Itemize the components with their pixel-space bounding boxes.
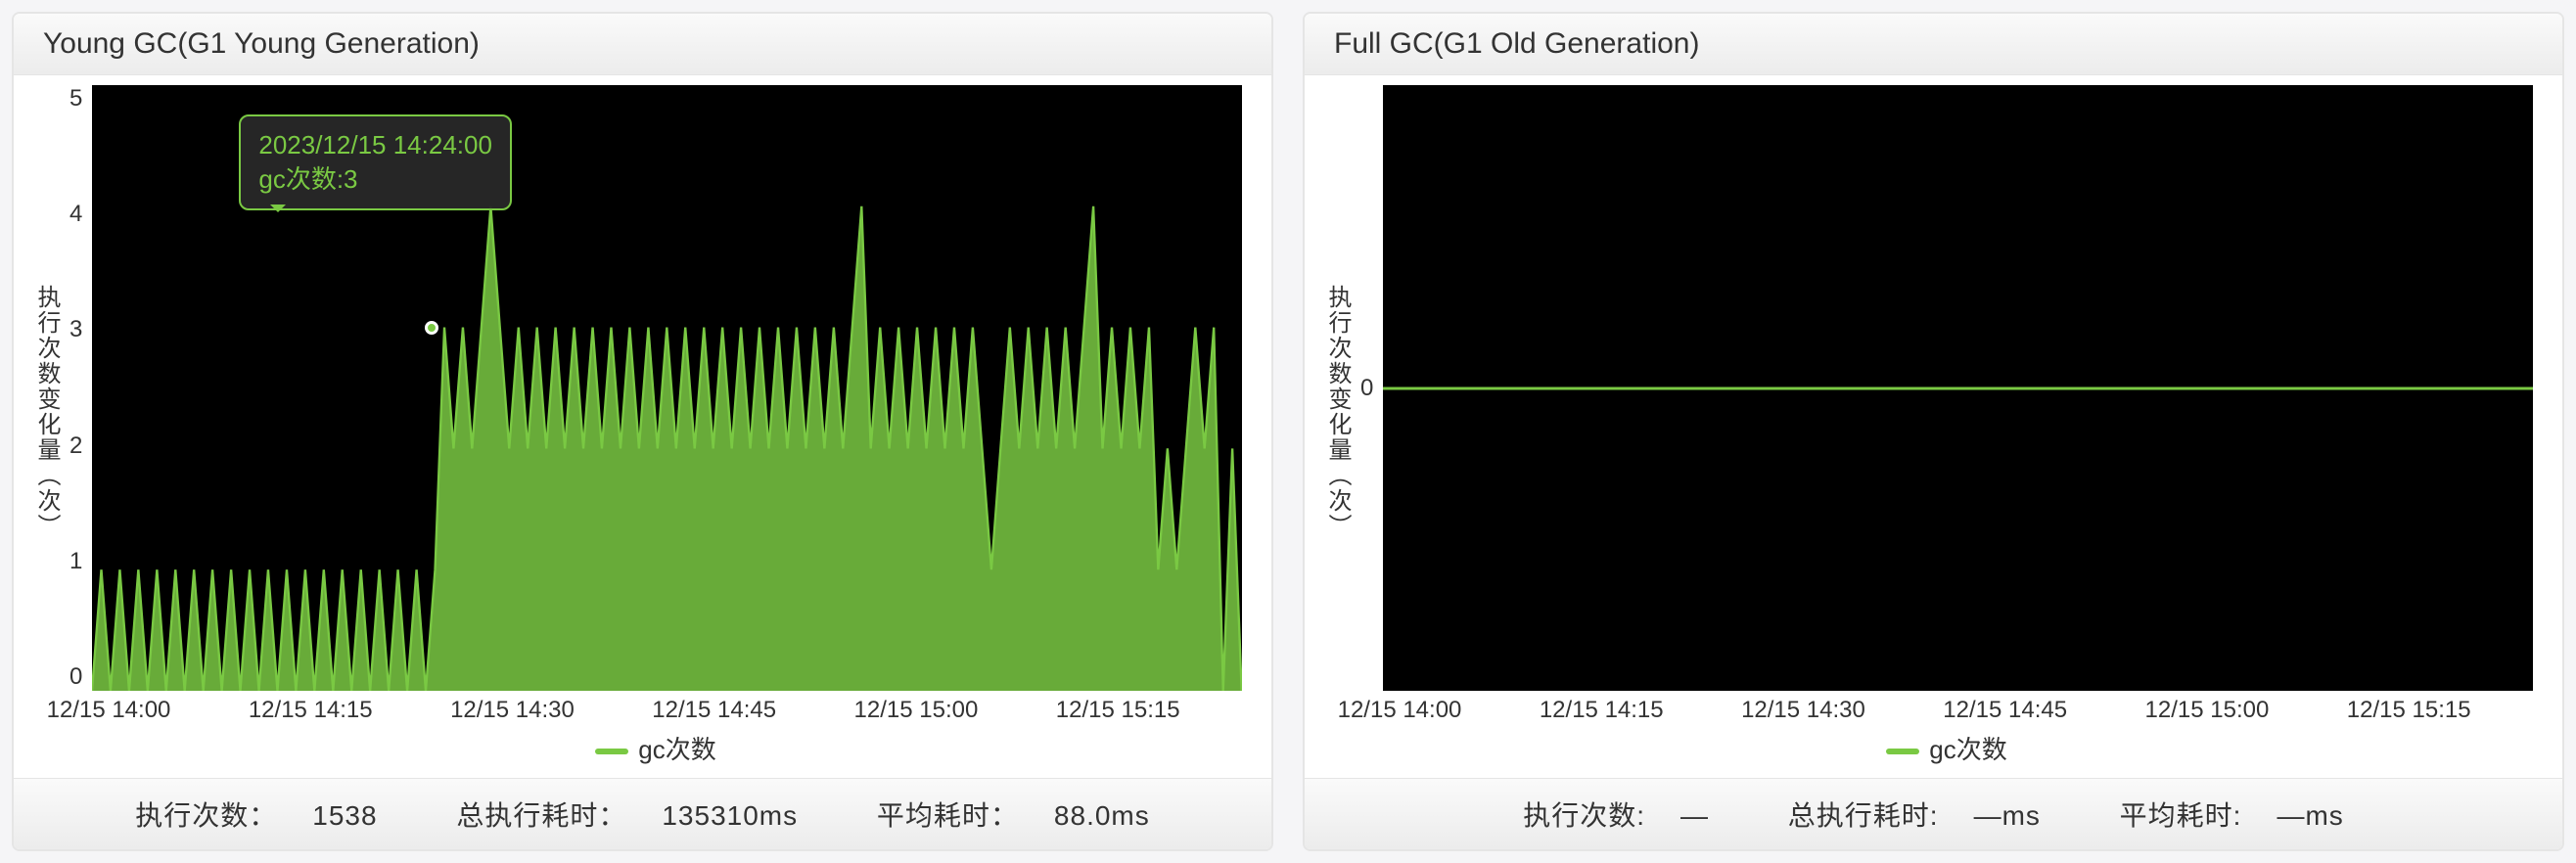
y-axis-label: 执行次数变化量（次） xyxy=(1314,85,1360,778)
chart-area[interactable]: 执行次数变化量（次） 0 12/15 14:00 12/15 14:15 12/… xyxy=(1305,75,2562,778)
panel-title: Young GC(G1 Young Generation) xyxy=(14,14,1271,75)
legend-swatch-icon xyxy=(1886,749,1919,754)
panel-title: Full GC(G1 Old Generation) xyxy=(1305,14,2562,75)
y-ticks: 0 xyxy=(1360,85,1383,691)
y-axis-label: 执行次数变化量（次） xyxy=(23,85,69,778)
legend[interactable]: gc次数 xyxy=(69,724,1242,778)
full-gc-panel: Full GC(G1 Old Generation) 执行次数变化量（次） 0 … xyxy=(1303,12,2564,851)
flat-line xyxy=(1383,386,2533,389)
chart-area[interactable]: 执行次数变化量（次） 5 4 3 2 1 0 2023/12/15 14:24 xyxy=(14,75,1271,778)
x-ticks: 12/15 14:00 12/15 14:15 12/15 14:30 12/1… xyxy=(109,691,1242,724)
hover-marker xyxy=(425,321,438,335)
plot-area[interactable] xyxy=(1383,85,2533,691)
legend[interactable]: gc次数 xyxy=(1360,724,2533,778)
legend-swatch-icon xyxy=(595,749,628,754)
plot-area[interactable]: 2023/12/15 14:24:00 gc次数:3 xyxy=(92,85,1242,691)
stats-bar: 执行次数：1538 总执行耗时：135310ms 平均耗时：88.0ms xyxy=(14,778,1271,849)
y-ticks: 5 4 3 2 1 0 xyxy=(69,85,92,691)
young-gc-panel: Young GC(G1 Young Generation) 执行次数变化量（次）… xyxy=(12,12,1273,851)
x-ticks: 12/15 14:00 12/15 14:15 12/15 14:30 12/1… xyxy=(1400,691,2533,724)
stats-bar: 执行次数:— 总执行耗时:—ms 平均耗时:—ms xyxy=(1305,778,2562,849)
